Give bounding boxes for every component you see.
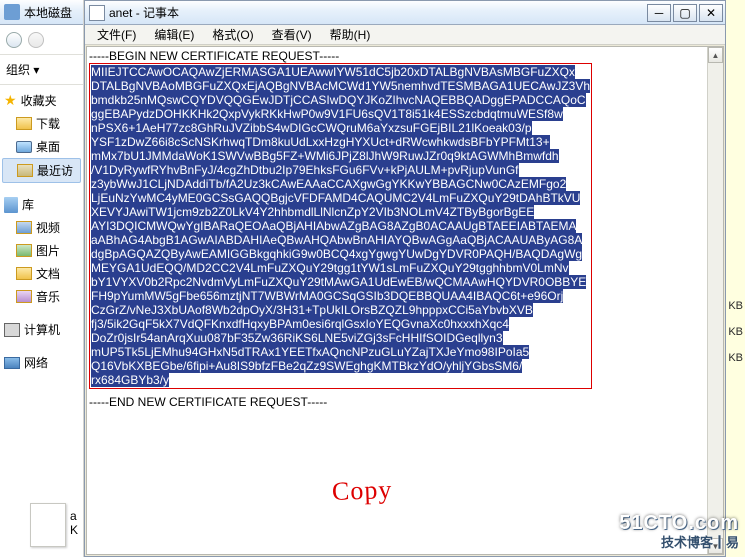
menu-view[interactable]: 查看(V) <box>264 24 320 45</box>
kb-label-3: KB <box>728 352 743 364</box>
desktop-icon <box>16 141 32 153</box>
scroll-track[interactable] <box>708 63 723 538</box>
sidebar-item-pictures[interactable]: 图片 <box>2 239 81 262</box>
network-icon <box>4 357 20 369</box>
organize-bar[interactable]: 组织 ▾ <box>0 55 83 85</box>
cert-line: bmdkb25nMQswCQYDVQQGEwJDTjCCASIwDQYJKoZI… <box>91 93 590 107</box>
recent-label: 最近访 <box>37 162 73 179</box>
cert-end: -----END NEW CERTIFICATE REQUEST----- <box>89 395 705 409</box>
cert-line: /V1DyRywfRYhvBnFyJ/4cgZhDtbu2Ip79EhksFGu… <box>91 163 590 177</box>
sidebar-item-desktop[interactable]: 桌面 <box>2 135 81 158</box>
cert-line: LjEuNzYwMC4yME0GCSsGAQQBgjcVFDFAMD4CAQUM… <box>91 191 590 205</box>
sidebar-item-downloads[interactable]: 下载 <box>2 112 81 135</box>
library-icon <box>4 197 18 213</box>
cert-line: DoZr0jsIr54anArqXuu087bF35Zw36RiKS6LNE5v… <box>91 331 590 345</box>
explorer-toolbar <box>0 25 83 55</box>
video-label: 视频 <box>36 219 60 236</box>
explorer-pane: 本地磁盘 组织 ▾ ★收藏夹 下载 桌面 最近访 库 视频 图片 文档 音乐 计… <box>0 0 84 557</box>
folder-icon <box>16 117 32 130</box>
pictures-icon <box>16 244 32 257</box>
cert-line: dgBpAGQAZQByAwEAMIGGBkgqhkiG9w0BCQ4xgYgw… <box>91 247 590 261</box>
cert-line: Q16VbKXBEGbe/6fipi+Au8IS9bfzFBe2qZz9SWEg… <box>91 359 590 373</box>
thumb-label: a <box>70 509 77 523</box>
cert-line: FH9pYumMW5gFbe656mztjNT7WBWrMA0GCSqGSIb3… <box>91 289 590 303</box>
maximize-button[interactable]: ▢ <box>673 4 697 22</box>
explorer-title: 本地磁盘 <box>24 4 72 21</box>
sidebar-item-recent[interactable]: 最近访 <box>2 158 81 183</box>
star-icon: ★ <box>4 92 17 109</box>
cert-line: YSF1zDwZ66i8cScNSKrhwqTDm8kuUdLxxHzgHYXU… <box>91 135 590 149</box>
back-icon[interactable] <box>6 32 22 48</box>
favorites-header[interactable]: ★收藏夹 <box>2 89 81 112</box>
cert-line: mMx7bU1JMMdaWoK1SWVwBBg5FZ+WMi6JPjZ8lJhW… <box>91 149 590 163</box>
music-icon <box>16 290 32 303</box>
menu-file[interactable]: 文件(F) <box>89 24 144 45</box>
sidebar-item-computer[interactable]: 计算机 <box>2 318 81 341</box>
annotation-copy: Copy <box>331 475 392 507</box>
cert-line: ggEBAPydzDOHKKHk2QxpVykRKkHwP0w9V1FU6sQV… <box>91 107 590 121</box>
cert-line: mUP5Tk5LjEMhu94GHxN5dTRAx1YEETfxAQncNPzu… <box>91 345 590 359</box>
organize-label[interactable]: 组织 ▾ <box>6 61 39 78</box>
watermark-sub: 技术博客┃易 <box>661 532 739 551</box>
cert-line: aABhAG4AbgB1AGwAIABDAHIAeQBwAHQAbwBnAHIA… <box>91 233 590 247</box>
notepad-window: anet - 记事本 ─ ▢ ✕ 文件(F) 编辑(E) 格式(O) 查看(V)… <box>84 0 726 557</box>
thumb-ext: K <box>70 523 78 537</box>
sidebar-item-video[interactable]: 视频 <box>2 216 81 239</box>
computer-icon <box>4 323 20 337</box>
menu-edit[interactable]: 编辑(E) <box>146 24 202 45</box>
explorer-titlebar: 本地磁盘 <box>0 0 83 25</box>
menu-format[interactable]: 格式(O) <box>204 24 261 45</box>
kb-label-1: KB <box>728 300 743 312</box>
drive-icon <box>4 4 20 20</box>
cert-line: bY1VYXV0b2Rpc2NvdmVyLmFuZXQuY29tMAwGA1Ud… <box>91 275 590 289</box>
library-header[interactable]: 库 <box>2 193 81 216</box>
downloads-label: 下载 <box>36 115 60 132</box>
close-button[interactable]: ✕ <box>699 4 723 22</box>
scroll-up-button[interactable]: ▲ <box>708 47 723 63</box>
editor-area[interactable]: -----BEGIN NEW CERTIFICATE REQUEST----- M… <box>86 46 724 555</box>
favorites-label: 收藏夹 <box>21 92 57 109</box>
minimize-button[interactable]: ─ <box>647 4 671 22</box>
cert-line: MIIEJTCCAwOCAQAwZjERMASGA1UEAwwIYW51dC5j… <box>91 65 590 79</box>
kb-label-2: KB <box>728 326 743 338</box>
cert-line: AYI3DQICMWQwYgIBARaQEOAaQBjAHIAbwAZgBAG8… <box>91 219 590 233</box>
sidebar-item-network[interactable]: 网络 <box>2 351 81 374</box>
cert-line: nPSX6+1AeH77zc8GhRuJVZibbS4wDIGcCWQruM6a… <box>91 121 590 135</box>
video-icon <box>16 221 32 234</box>
selection-box: MIIEJTCCAwOCAQAwZjERMASGA1UEAwwIYW51dC5j… <box>89 63 592 389</box>
notepad-title: anet - 记事本 <box>109 4 179 21</box>
file-thumbnail[interactable] <box>30 503 66 547</box>
sidebar-item-documents[interactable]: 文档 <box>2 262 81 285</box>
music-label: 音乐 <box>36 288 60 305</box>
notepad-icon <box>89 5 105 21</box>
sidebar-item-music[interactable]: 音乐 <box>2 285 81 308</box>
notepad-titlebar[interactable]: anet - 记事本 ─ ▢ ✕ <box>85 1 725 25</box>
cert-line: rx684GBYb3/y <box>91 373 590 387</box>
folder-icon <box>17 164 33 177</box>
desktop-label: 桌面 <box>36 138 60 155</box>
menu-help[interactable]: 帮助(H) <box>322 24 379 45</box>
cert-line: DTALBgNVBAoMBGFuZXQxEjAQBgNVBAcMCWd1YW5n… <box>91 79 590 93</box>
cert-line: CzGrZ/vNeJ3XbUAof8Wb2dpOyX/3H31+TpUkILOr… <box>91 303 590 317</box>
vertical-scrollbar[interactable]: ▲ ▼ <box>707 47 723 554</box>
documents-icon <box>16 267 32 280</box>
menubar: 文件(F) 编辑(E) 格式(O) 查看(V) 帮助(H) <box>85 25 725 45</box>
cert-line: fj3/5ik2GqF5kX7VdQFKnxdfHqxyBPAm0esi6rql… <box>91 317 590 331</box>
cert-line: XEVYJAwiTW1jcm9zb2Z0LkV4Y2hhbmdlLlNlcnZp… <box>91 205 590 219</box>
cert-begin: -----BEGIN NEW CERTIFICATE REQUEST----- <box>89 49 705 63</box>
documents-label: 文档 <box>36 265 60 282</box>
network-label: 网络 <box>24 354 48 371</box>
cert-line: MEYGA1UdEQQ/MD2CC2V4LmFuZXQuY29tgg1tYW1s… <box>91 261 590 275</box>
cert-line: z3ybWwJ1CLjNDAddiTb/fA2Uz3kCAwEAAaCCAXgw… <box>91 177 590 191</box>
computer-label: 计算机 <box>24 321 60 338</box>
pictures-label: 图片 <box>36 242 60 259</box>
library-label: 库 <box>22 196 34 213</box>
forward-icon[interactable] <box>28 32 44 48</box>
